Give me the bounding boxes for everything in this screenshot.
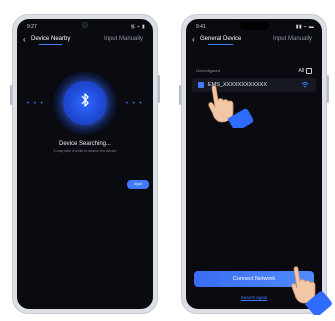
tab-input-manually[interactable]: Input Manually [104, 36, 143, 42]
tab-device-nearby[interactable]: Device Nearby [31, 36, 70, 45]
hand-pointer-icon [206, 82, 254, 132]
scan-dots-right-icon: • • • [125, 101, 143, 107]
power-button [158, 75, 160, 103]
select-all-label: All [298, 68, 304, 74]
status-icons: ▮▮ ⌁ ▬ [295, 24, 314, 30]
left-phone-screen: 9:27 ᯾ ⌁ ▮ ‹ Device Nearby Input Manuall… [17, 19, 153, 309]
searching-subtitle: It may take a while to search the device [53, 149, 117, 153]
status-time: 9:27 [27, 24, 37, 30]
input-pill-button[interactable]: Input [127, 180, 149, 189]
volume-button [179, 85, 181, 105]
notch [239, 22, 269, 30]
searching-title: Device Searching... [58, 141, 112, 147]
bluetooth-icon [78, 92, 92, 112]
status-time: 9:41 [196, 24, 206, 30]
scan-dots-left-icon: • • • [27, 101, 45, 107]
status-icons: ᯾ ⌁ ▮ [130, 24, 145, 30]
top-nav: ‹ General Device Input Manually [186, 32, 322, 48]
power-button [327, 75, 329, 103]
wifi-icon [301, 81, 309, 90]
volume-button [10, 85, 12, 105]
back-icon[interactable]: ‹ [23, 35, 26, 44]
unconfigured-section-header: Unconfigured All [196, 68, 312, 76]
top-nav: ‹ Device Nearby Input Manually [17, 32, 153, 48]
hand-pointer-icon [290, 265, 332, 317]
tab-general-device[interactable]: General Device [200, 36, 241, 45]
camera-icon [82, 22, 88, 28]
device-checkbox-icon[interactable] [198, 82, 204, 88]
back-icon[interactable]: ‹ [192, 35, 195, 44]
select-all-checkbox[interactable] [306, 68, 312, 74]
unconfigured-label: Unconfigured [196, 68, 220, 73]
tab-input-manually[interactable]: Input Manually [273, 36, 312, 42]
left-phone-frame: 9:27 ᯾ ⌁ ▮ ‹ Device Nearby Input Manuall… [10, 14, 160, 314]
